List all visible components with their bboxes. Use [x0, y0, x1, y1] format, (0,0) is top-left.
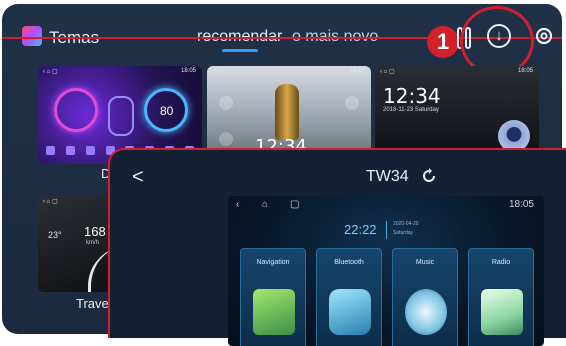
refresh-icon[interactable]: [420, 167, 438, 185]
mini-status-time: 18:05: [180, 68, 196, 74]
tile-label: Radio: [491, 259, 511, 266]
left-gauge: [54, 88, 98, 132]
preview-divider: [386, 221, 387, 239]
tile-label: Music: [415, 259, 435, 266]
preview-app-navigation: Navigation: [240, 248, 306, 346]
tile-label: Bluetooth: [334, 259, 364, 266]
preview-weekday: Saturday: [393, 230, 414, 236]
preview-app-bluetooth: Bluetooth: [316, 248, 382, 346]
preview-status-time: 18:05: [508, 199, 534, 210]
mini-statusbar: ‹ ⌂ ▢: [43, 69, 58, 75]
settings-icon[interactable]: [532, 24, 556, 48]
navigation-map-icon: [253, 289, 295, 335]
theme-detail-sheet: < TW34 ‹ ⌂ ▢ 18:05 22:22 2020-04-20 Satu…: [108, 148, 566, 346]
grid-icon: [219, 96, 233, 110]
active-tab-indicator: [222, 49, 258, 52]
mini-statusbar: ‹ ⌂ ▢: [380, 69, 395, 75]
mini-status-time: 18:05: [349, 68, 365, 74]
speed-value: 168: [84, 224, 106, 239]
bluetooth-phone-icon: [329, 289, 371, 335]
mini-status-time: 18:05: [517, 68, 533, 74]
top-bar: Temas recomendar o mais novo 1 ↓: [2, 4, 562, 76]
speed-unit: km/h: [86, 240, 100, 246]
preview-statusbar: ‹ ⌂ ▢ 18:05: [228, 196, 544, 214]
radio-icon: [481, 289, 523, 335]
preview-home-icon: ⌂: [262, 199, 269, 210]
preview-app-radio: Radio: [468, 248, 534, 346]
theme-card-travel[interactable]: ‹ ⌂ ▢ 23° 168 km/h: [38, 196, 118, 292]
theme-date: 2018-11-23 Saturday: [383, 107, 439, 113]
gauge-value: 80: [160, 104, 174, 118]
theme-label: Travel: [76, 296, 112, 311]
theme-title: TW34: [366, 168, 409, 185]
preview-clock: 22:22: [344, 222, 377, 237]
preview-app-music: Music: [392, 248, 458, 346]
round-icon: [345, 96, 359, 110]
car-icon: [108, 96, 134, 136]
step-number-badge: 1: [427, 26, 459, 58]
preview-date-line: 2020-04-20: [393, 221, 419, 227]
themes-app-icon: [22, 26, 42, 46]
mini-statusbar: ‹ ⌂ ▢: [212, 69, 227, 75]
back-button[interactable]: <: [132, 166, 144, 189]
temperature: 23°: [48, 230, 62, 240]
round-icon: [219, 132, 233, 146]
theme-clock: 12:34: [383, 84, 441, 108]
tile-label: Navigation: [256, 259, 290, 266]
mini-statusbar: ‹ ⌂ ▢: [43, 199, 58, 205]
download-icon[interactable]: ↓: [487, 24, 511, 48]
preview-back-icon: ‹: [236, 199, 240, 210]
music-disc-icon: [405, 289, 447, 335]
preview-date: 2020-04-20 Saturday: [393, 220, 419, 238]
chess-king-image: [275, 84, 299, 140]
preview-recent-icon: ▢: [290, 199, 300, 210]
theme-preview: ‹ ⌂ ▢ 18:05 22:22 2020-04-20 Saturday Na…: [228, 196, 544, 346]
